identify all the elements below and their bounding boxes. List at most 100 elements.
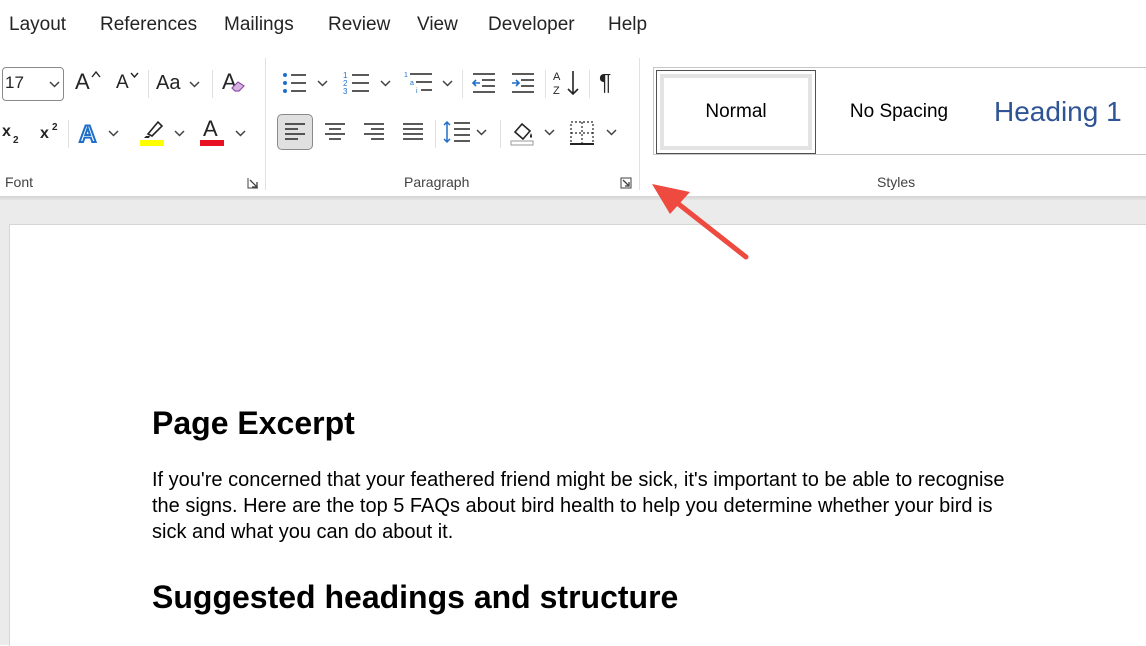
- subscript-icon: x2: [2, 123, 19, 145]
- justify-button[interactable]: [396, 114, 430, 150]
- separator: [500, 120, 501, 148]
- text-effects-button[interactable]: A: [74, 116, 124, 150]
- increase-indent-icon: [512, 73, 534, 93]
- font-dialog-launcher-icon[interactable]: [247, 177, 259, 189]
- chevron-down-icon: [476, 129, 487, 136]
- superscript-icon: x2: [40, 122, 58, 142]
- separator: [435, 120, 436, 148]
- align-center-button[interactable]: [318, 114, 352, 150]
- tab-review[interactable]: Review: [328, 14, 390, 36]
- sort-button[interactable]: AZ: [550, 66, 584, 100]
- change-case-icon: Aa: [156, 72, 181, 94]
- chevron-down-icon: [235, 130, 246, 137]
- clear-formatting-button[interactable]: A: [218, 66, 250, 100]
- styles-gallery: Normal No Spacing Heading 1: [653, 67, 1146, 155]
- font-size-input[interactable]: [5, 73, 41, 93]
- style-heading-1[interactable]: Heading 1: [984, 70, 1134, 154]
- numbering-button[interactable]: 123: [340, 66, 392, 100]
- svg-text:A: A: [553, 71, 561, 83]
- svg-text:i: i: [416, 88, 418, 95]
- tab-mailings[interactable]: Mailings: [224, 14, 294, 36]
- styles-group-label: Styles: [877, 174, 916, 190]
- highlighter-icon: [144, 120, 164, 138]
- chevron-down-icon[interactable]: [49, 81, 60, 88]
- shrink-font-button[interactable]: A: [112, 66, 144, 100]
- caret-up-icon: [91, 71, 101, 78]
- change-case-button[interactable]: Aa: [153, 66, 205, 100]
- document-paragraph[interactable]: If you're concerned that your feathered …: [152, 467, 1012, 545]
- document-heading-page-excerpt[interactable]: Page Excerpt: [152, 405, 355, 442]
- borders-icon: [570, 121, 594, 145]
- align-right-icon: [364, 123, 384, 140]
- svg-text:Z: Z: [553, 85, 560, 97]
- paragraph-dialog-launcher-icon[interactable]: [620, 177, 632, 189]
- separator: [589, 70, 590, 98]
- multilevel-list-icon: 1ai: [404, 72, 432, 95]
- justify-icon: [403, 123, 423, 140]
- subscript-button[interactable]: x2: [0, 116, 26, 150]
- bullets-button[interactable]: [278, 66, 330, 100]
- style-normal[interactable]: Normal: [656, 70, 816, 154]
- separator: [148, 70, 149, 98]
- line-spacing-icon: [443, 120, 470, 144]
- tab-references[interactable]: References: [100, 14, 197, 36]
- align-right-button[interactable]: [357, 114, 391, 150]
- shrink-font-icon: A: [116, 72, 129, 93]
- increase-indent-button[interactable]: [507, 66, 539, 100]
- decrease-indent-button[interactable]: [468, 66, 500, 100]
- tab-help[interactable]: Help: [608, 14, 647, 36]
- tab-view[interactable]: View: [417, 14, 458, 36]
- show-hide-marks-button[interactable]: ¶: [594, 66, 624, 100]
- style-normal-label: Normal: [660, 74, 812, 150]
- shading-button[interactable]: [506, 114, 560, 150]
- style-no-spacing[interactable]: No Spacing: [819, 70, 979, 154]
- svg-text:a: a: [410, 80, 414, 87]
- borders-button[interactable]: [566, 114, 620, 150]
- separator: [68, 120, 69, 148]
- align-left-icon: [285, 123, 305, 140]
- chevron-down-icon: [442, 80, 453, 87]
- align-center-icon: [325, 123, 345, 140]
- sort-az-icon: AZ: [553, 71, 579, 97]
- numbering-icon: 123: [343, 71, 369, 96]
- font-group-label: Font: [5, 174, 34, 190]
- document-heading-suggested[interactable]: Suggested headings and structure: [152, 579, 678, 616]
- separator: [545, 70, 546, 98]
- chevron-down-icon: [606, 129, 617, 136]
- align-left-button[interactable]: [277, 114, 313, 150]
- chevron-down-icon: [174, 130, 185, 137]
- font-color-icon: A: [203, 116, 218, 141]
- chevron-down-icon: [189, 81, 200, 88]
- highlight-color-swatch: [140, 140, 164, 146]
- chevron-down-icon: [317, 80, 328, 87]
- chevron-down-icon: [544, 129, 555, 136]
- svg-text:x: x: [40, 125, 49, 142]
- menu-bar: Layout References Mailings Review View D…: [0, 0, 1146, 52]
- font-color-swatch: [200, 140, 224, 146]
- tab-layout[interactable]: Layout: [9, 14, 66, 36]
- line-spacing-button[interactable]: [440, 114, 494, 150]
- paint-bucket-icon: [510, 122, 534, 146]
- highlight-button[interactable]: [136, 116, 188, 150]
- multilevel-list-button[interactable]: 1ai: [402, 66, 454, 100]
- svg-text:2: 2: [52, 122, 58, 133]
- grow-font-button[interactable]: A: [72, 66, 104, 100]
- bullets-icon: [283, 73, 306, 93]
- separator: [462, 70, 463, 98]
- svg-text:2: 2: [13, 135, 19, 145]
- eraser-icon: [231, 81, 245, 92]
- font-size-combobox[interactable]: [2, 67, 64, 101]
- paragraph-group-label: Paragraph: [404, 174, 470, 190]
- group-separator: [265, 58, 266, 190]
- svg-text:x: x: [2, 123, 11, 140]
- chevron-down-icon: [108, 130, 119, 137]
- grow-font-icon: A: [75, 69, 90, 94]
- chevron-down-icon: [380, 80, 391, 87]
- text-effects-icon: A: [78, 120, 97, 147]
- superscript-button[interactable]: x2: [36, 116, 62, 150]
- pilcrow-icon: ¶: [599, 69, 612, 95]
- svg-text:A: A: [79, 121, 96, 147]
- tab-developer[interactable]: Developer: [488, 14, 575, 36]
- font-color-button[interactable]: A: [196, 116, 250, 150]
- svg-text:1: 1: [404, 72, 408, 79]
